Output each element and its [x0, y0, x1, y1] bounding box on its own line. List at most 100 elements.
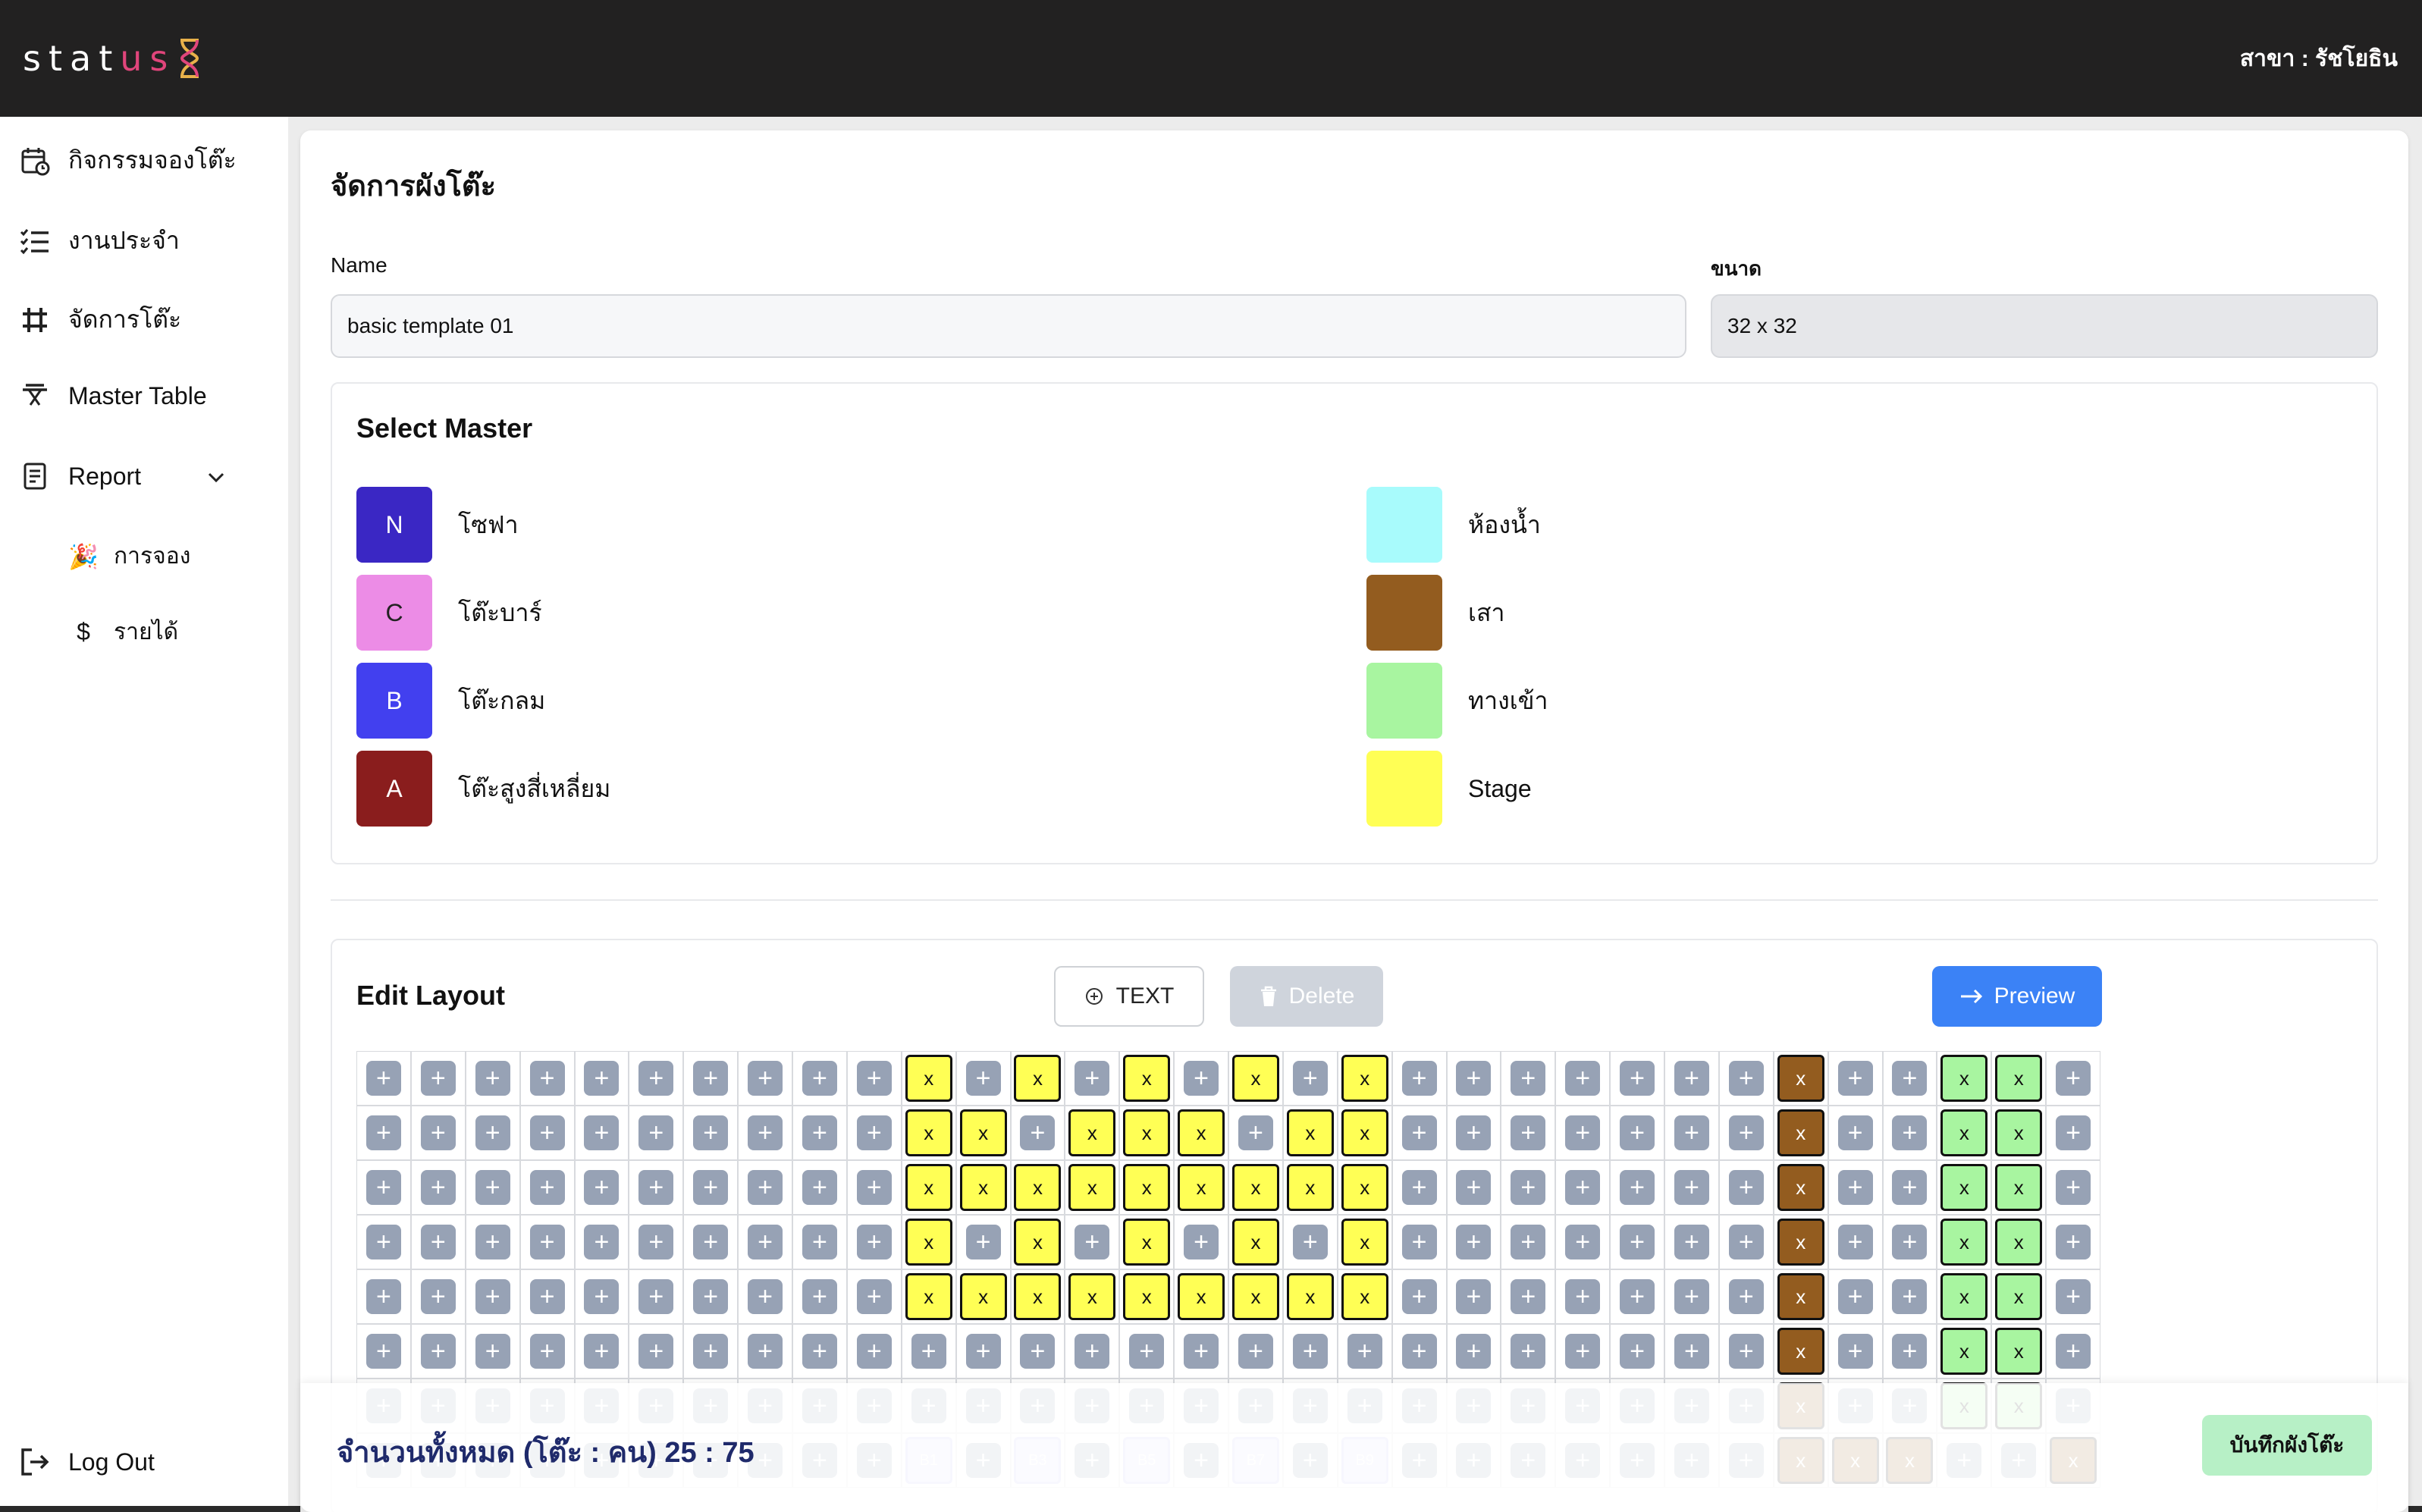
- grid-cell[interactable]: +: [629, 1215, 684, 1269]
- grid-cell[interactable]: x: [955, 1160, 1011, 1215]
- grid-cell[interactable]: +: [2046, 1269, 2100, 1324]
- grid-cell[interactable]: +: [629, 1106, 684, 1160]
- grid-cell[interactable]: x: [955, 1269, 1011, 1324]
- grid-cell[interactable]: +: [1010, 1106, 1065, 1160]
- grid-cell[interactable]: +: [1282, 1215, 1338, 1269]
- grid-cell[interactable]: +: [792, 1269, 847, 1324]
- grid-cell[interactable]: +: [410, 1324, 466, 1379]
- grid-cell[interactable]: x: [1337, 1160, 1392, 1215]
- grid-cell[interactable]: x: [1773, 1269, 1828, 1324]
- grid-cell[interactable]: +: [1827, 1106, 1883, 1160]
- grid-cell[interactable]: x: [1065, 1160, 1120, 1215]
- grid-cell[interactable]: +: [1501, 1215, 1556, 1269]
- sidebar-subitem-booking[interactable]: 🎉 การจอง: [68, 538, 190, 574]
- grid-cell[interactable]: +: [846, 1215, 902, 1269]
- grid-cell[interactable]: +: [1882, 1324, 1937, 1379]
- grid-cell[interactable]: +: [1827, 1324, 1883, 1379]
- grid-cell[interactable]: +: [1119, 1324, 1175, 1379]
- grid-cell[interactable]: +: [1391, 1051, 1447, 1106]
- grid-cell[interactable]: +: [1337, 1324, 1392, 1379]
- grid-cell[interactable]: +: [1664, 1051, 1719, 1106]
- save-layout-button[interactable]: บันทึกผังโต๊ะ: [2202, 1415, 2372, 1476]
- grid-cell[interactable]: x: [1010, 1160, 1065, 1215]
- grid-cell[interactable]: x: [1937, 1051, 1992, 1106]
- grid-cell[interactable]: +: [738, 1160, 792, 1215]
- master-item-bar-table[interactable]: C โต๊ะบาร์: [356, 575, 542, 651]
- grid-cell[interactable]: +: [629, 1160, 684, 1215]
- grid-cell[interactable]: +: [574, 1215, 629, 1269]
- grid-cell[interactable]: +: [1555, 1106, 1611, 1160]
- grid-cell[interactable]: +: [955, 1215, 1011, 1269]
- grid-cell[interactable]: +: [1718, 1051, 1774, 1106]
- grid-cell[interactable]: +: [1501, 1160, 1556, 1215]
- grid-cell[interactable]: x: [1991, 1324, 2047, 1379]
- grid-cell[interactable]: x: [1991, 1051, 2047, 1106]
- grid-cell[interactable]: +: [1446, 1215, 1501, 1269]
- grid-cell[interactable]: +: [683, 1324, 739, 1379]
- master-item-pillar[interactable]: เสา: [1366, 575, 1504, 651]
- grid-cell[interactable]: x: [1937, 1215, 1992, 1269]
- grid-cell[interactable]: +: [1282, 1324, 1338, 1379]
- grid-cell[interactable]: +: [1718, 1269, 1774, 1324]
- grid-cell[interactable]: x: [1174, 1160, 1228, 1215]
- grid-cell[interactable]: +: [2046, 1215, 2100, 1269]
- grid-cell[interactable]: +: [1446, 1106, 1501, 1160]
- grid-cell[interactable]: x: [901, 1106, 956, 1160]
- grid-cell[interactable]: +: [465, 1324, 520, 1379]
- grid-cell[interactable]: +: [955, 1324, 1011, 1379]
- grid-cell[interactable]: x: [1119, 1269, 1175, 1324]
- grid-cell[interactable]: +: [574, 1269, 629, 1324]
- grid-cell[interactable]: +: [410, 1269, 466, 1324]
- grid-cell[interactable]: +: [629, 1324, 684, 1379]
- grid-cell[interactable]: +: [738, 1051, 792, 1106]
- grid-cell[interactable]: +: [410, 1106, 466, 1160]
- grid-cell[interactable]: +: [1882, 1269, 1937, 1324]
- grid-cell[interactable]: +: [1610, 1106, 1664, 1160]
- grid-cell[interactable]: +: [629, 1051, 684, 1106]
- grid-cell[interactable]: +: [574, 1160, 629, 1215]
- grid-cell[interactable]: x: [1010, 1215, 1065, 1269]
- grid-cell[interactable]: +: [2046, 1324, 2100, 1379]
- grid-cell[interactable]: +: [465, 1051, 520, 1106]
- grid-cell[interactable]: x: [901, 1269, 956, 1324]
- grid-cell[interactable]: +: [629, 1269, 684, 1324]
- grid-cell[interactable]: x: [1010, 1269, 1065, 1324]
- grid-cell[interactable]: +: [519, 1324, 575, 1379]
- grid-cell[interactable]: +: [1664, 1215, 1719, 1269]
- grid-cell[interactable]: +: [519, 1106, 575, 1160]
- chevron-down-icon[interactable]: [205, 466, 227, 488]
- grid-cell[interactable]: +: [1174, 1324, 1228, 1379]
- grid-cell[interactable]: +: [465, 1160, 520, 1215]
- grid-cell[interactable]: +: [356, 1324, 411, 1379]
- grid-cell[interactable]: +: [846, 1324, 902, 1379]
- grid-cell[interactable]: +: [1882, 1215, 1937, 1269]
- grid-cell[interactable]: +: [1501, 1269, 1556, 1324]
- grid-cell[interactable]: +: [1827, 1051, 1883, 1106]
- grid-cell[interactable]: x: [1174, 1269, 1228, 1324]
- grid-cell[interactable]: +: [846, 1269, 902, 1324]
- grid-cell[interactable]: +: [1555, 1160, 1611, 1215]
- grid-cell[interactable]: +: [1610, 1051, 1664, 1106]
- grid-cell[interactable]: +: [1391, 1269, 1447, 1324]
- grid-cell[interactable]: +: [1555, 1051, 1611, 1106]
- master-item-sofa[interactable]: N โซฟา: [356, 487, 519, 563]
- grid-cell[interactable]: +: [1010, 1324, 1065, 1379]
- grid-cell[interactable]: +: [465, 1215, 520, 1269]
- grid-cell[interactable]: +: [792, 1215, 847, 1269]
- grid-cell[interactable]: +: [1827, 1160, 1883, 1215]
- grid-cell[interactable]: +: [1827, 1215, 1883, 1269]
- grid-cell[interactable]: +: [356, 1051, 411, 1106]
- grid-cell[interactable]: +: [846, 1051, 902, 1106]
- grid-cell[interactable]: +: [356, 1106, 411, 1160]
- grid-cell[interactable]: x: [1773, 1215, 1828, 1269]
- grid-cell[interactable]: +: [1610, 1160, 1664, 1215]
- grid-cell[interactable]: +: [2046, 1160, 2100, 1215]
- grid-cell[interactable]: +: [519, 1269, 575, 1324]
- grid-cell[interactable]: x: [1119, 1106, 1175, 1160]
- grid-cell[interactable]: +: [1610, 1269, 1664, 1324]
- add-text-button[interactable]: TEXT: [1054, 966, 1204, 1027]
- grid-cell[interactable]: +: [683, 1269, 739, 1324]
- sidebar-item-table-booking[interactable]: กิจกรรมจองโต๊ะ: [18, 141, 237, 180]
- grid-cell[interactable]: x: [1337, 1269, 1392, 1324]
- grid-cell[interactable]: x: [1228, 1215, 1283, 1269]
